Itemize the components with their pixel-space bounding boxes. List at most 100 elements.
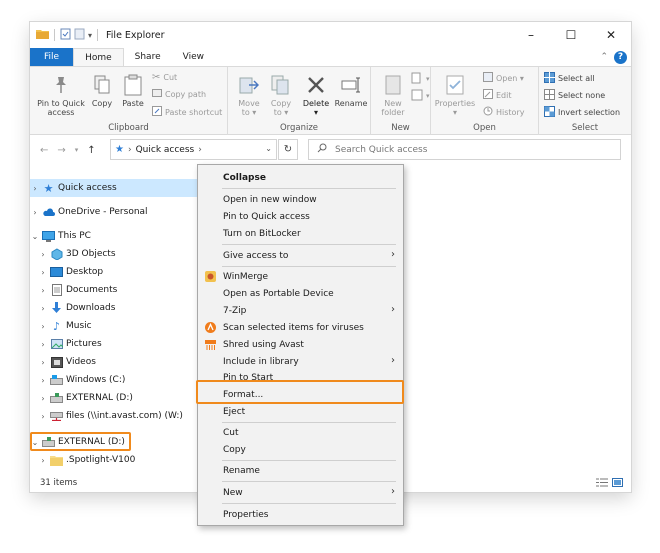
details-view-icon[interactable] (596, 478, 608, 490)
menu-item-new[interactable]: New › (198, 484, 403, 501)
chevron-right-icon[interactable]: › (30, 208, 40, 217)
download-arrow-icon (50, 302, 63, 314)
cut-button[interactable]: ✂ Cut (152, 72, 177, 83)
select-all-icon (544, 72, 555, 85)
forward-arrow-icon[interactable]: → (57, 145, 65, 156)
select-none-button[interactable]: Select none (544, 89, 605, 102)
address-bar[interactable]: ★ › Quick access › ⌄ (110, 139, 277, 160)
search-box[interactable]: Search Quick access (308, 139, 621, 160)
chevron-right-icon[interactable]: › (38, 286, 48, 295)
chevron-right-icon[interactable]: › (38, 412, 48, 421)
select-all-button[interactable]: Select all (544, 72, 595, 85)
large-icons-view-icon[interactable] (612, 478, 623, 490)
tab-view[interactable]: View (172, 48, 215, 66)
chevron-right-icon[interactable]: › (38, 394, 48, 403)
chevron-right-icon[interactable]: › (38, 456, 48, 465)
nav-item-windows-c[interactable]: › Windows (C:) (30, 371, 198, 389)
chevron-down-icon[interactable]: ▾ (88, 31, 92, 40)
paste-button[interactable]: Paste (120, 72, 146, 108)
new-item-button[interactable]: ▾ (411, 72, 430, 86)
address-dropdown-icon[interactable]: ⌄ (265, 144, 272, 153)
video-icon (50, 356, 63, 368)
back-arrow-icon[interactable]: ← (40, 145, 48, 156)
move-to-button[interactable]: Move to ▾ (236, 72, 262, 117)
nav-item-onedrive[interactable]: › OneDrive - Personal (30, 203, 198, 221)
chevron-right-icon[interactable]: › (30, 184, 40, 193)
search-placeholder: Search Quick access (335, 144, 428, 155)
menu-item-scan-viruses[interactable]: Scan selected items for viruses (198, 319, 403, 336)
menu-item-cut[interactable]: Cut (198, 424, 403, 441)
tab-file[interactable]: File (30, 48, 74, 66)
chevron-right-icon[interactable]: › (38, 304, 48, 313)
menu-item-7zip[interactable]: 7-Zip › (198, 302, 403, 319)
tab-home[interactable]: Home (73, 48, 124, 66)
menu-item-rename[interactable]: Rename (198, 462, 403, 479)
menu-item-collapse[interactable]: Collapse (198, 169, 403, 186)
nav-item-this-pc[interactable]: ⌄ This PC (30, 227, 198, 245)
menu-item-open-new-window[interactable]: Open in new window (198, 191, 403, 208)
nav-item-music[interactable]: › ♪ Music (30, 317, 198, 335)
copy-to-button[interactable]: Copy to ▾ (268, 72, 294, 117)
delete-button[interactable]: Delete ▾ (301, 72, 331, 117)
menu-item-pin-quick-access[interactable]: Pin to Quick access (198, 208, 403, 225)
menu-item-shred-avast[interactable]: Shred using Avast (198, 336, 403, 353)
history-button[interactable]: History (483, 106, 524, 118)
easy-access-button[interactable]: ▾ (411, 89, 430, 103)
refresh-button[interactable]: ↻ (278, 139, 298, 160)
nav-item-videos[interactable]: › Videos (30, 353, 198, 371)
help-icon[interactable]: ? (614, 50, 627, 64)
nav-item-downloads[interactable]: › Downloads (30, 299, 198, 317)
menu-item-bitlocker[interactable]: Turn on BitLocker (198, 225, 403, 242)
chevron-right-icon[interactable]: › (38, 322, 48, 331)
copy-button[interactable]: Copy (90, 72, 114, 108)
close-button[interactable]: ✕ (591, 22, 631, 48)
menu-item-copy[interactable]: Copy (198, 441, 403, 458)
chevron-right-icon[interactable]: › (38, 268, 48, 277)
menu-item-include-library[interactable]: Include in library › (198, 353, 403, 370)
minimize-button[interactable]: – (511, 22, 551, 48)
history-icon (483, 106, 493, 118)
paste-shortcut-button[interactable]: Paste shortcut (152, 106, 222, 118)
menu-item-portable-device[interactable]: Open as Portable Device (198, 285, 403, 302)
chevron-right-icon[interactable]: › (38, 340, 48, 349)
edit-button[interactable]: Edit (483, 89, 512, 101)
rename-button[interactable]: Rename (334, 72, 368, 108)
recent-chevron-icon[interactable]: ▾ (75, 146, 79, 154)
folder-icon (36, 28, 49, 42)
invert-selection-button[interactable]: Invert selection (544, 106, 620, 119)
star-icon: ★ (43, 181, 54, 195)
nav-item-quick-access[interactable]: › ★ Quick access (30, 179, 198, 197)
tab-share[interactable]: Share (124, 48, 172, 66)
properties-icon[interactable] (60, 28, 71, 43)
open-button[interactable]: Open ▾ (483, 72, 524, 84)
chevron-right-icon[interactable]: › (38, 250, 48, 259)
new-folder-icon (385, 72, 401, 98)
nav-item-documents[interactable]: › Documents (30, 281, 198, 299)
new-item-icon (411, 72, 423, 86)
easy-access-icon (411, 89, 423, 103)
pin-to-quick-access-button[interactable]: Pin to Quick access (35, 72, 87, 117)
chevron-up-icon[interactable]: ⌃ (600, 52, 608, 62)
menu-item-properties[interactable]: Properties (198, 506, 403, 523)
nav-item-3d-objects[interactable]: › 3D Objects (30, 245, 198, 263)
menu-item-eject[interactable]: Eject (198, 403, 403, 420)
maximize-button[interactable]: ☐ (551, 22, 591, 48)
nav-item-external-d[interactable]: › EXTERNAL (D:) (30, 389, 198, 407)
music-note-icon: ♪ (52, 319, 61, 333)
clipboard-group: Pin to Quick access Copy Paste ✂ Cut Cop… (30, 67, 228, 135)
properties-button[interactable]: Properties ▾ (435, 72, 475, 117)
nav-item-pictures[interactable]: › Pictures (30, 335, 198, 353)
chevron-right-icon[interactable]: › (38, 358, 48, 367)
menu-item-give-access[interactable]: Give access to › (198, 247, 403, 264)
chevron-right-icon[interactable]: › (38, 376, 48, 385)
nav-item-spotlight[interactable]: › .Spotlight-V100 (30, 451, 198, 469)
copy-path-button[interactable]: Copy path (152, 89, 206, 99)
nav-item-network-w[interactable]: › files (\\int.avast.com) (W:) (30, 407, 198, 425)
menu-item-winmerge[interactable]: WinMerge (198, 268, 403, 285)
up-arrow-icon[interactable]: ↑ (87, 145, 95, 156)
new-folder-icon[interactable] (74, 28, 85, 43)
nav-item-desktop[interactable]: › Desktop (30, 263, 198, 281)
new-folder-button[interactable]: New folder (379, 72, 407, 117)
chevron-down-icon[interactable]: ⌄ (30, 232, 40, 241)
toolbar-separator (97, 29, 99, 41)
